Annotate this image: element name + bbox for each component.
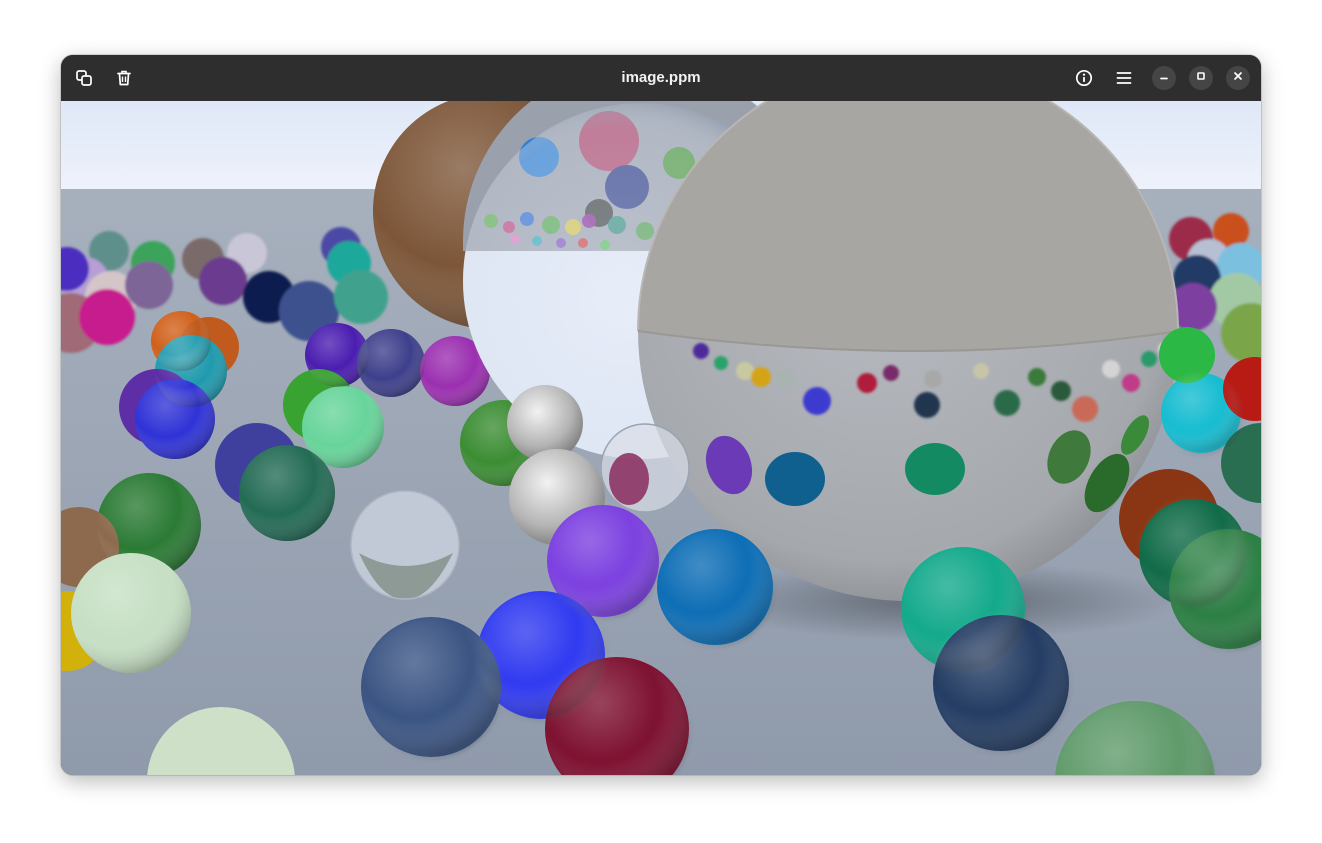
hamburger-menu-icon [1115, 69, 1133, 87]
image-viewer-window: image.ppm [61, 55, 1261, 775]
headerbar: image.ppm [61, 55, 1261, 101]
info-icon [1075, 69, 1093, 87]
image-canvas[interactable] [61, 101, 1261, 775]
properties-button[interactable] [1070, 64, 1098, 92]
close-button[interactable] [1226, 66, 1250, 90]
delete-button[interactable] [110, 64, 138, 92]
close-icon [1232, 69, 1244, 87]
rendered-image [61, 101, 1261, 775]
maximize-button[interactable] [1189, 66, 1213, 90]
main-menu-button[interactable] [1110, 64, 1138, 92]
maximize-icon [1195, 69, 1207, 87]
minimize-icon [1158, 69, 1170, 87]
copy-icon [75, 69, 93, 87]
minimize-button[interactable] [1152, 66, 1176, 90]
copy-button[interactable] [70, 64, 98, 92]
trash-icon [115, 69, 133, 87]
